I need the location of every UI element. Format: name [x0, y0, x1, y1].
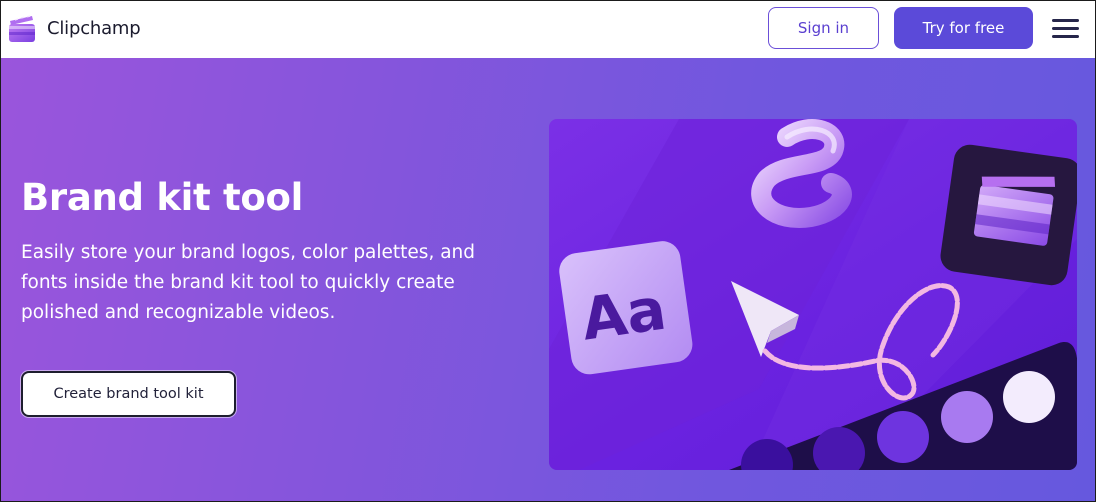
menu-line	[1052, 27, 1079, 30]
try-for-free-button[interactable]: Try for free	[894, 7, 1033, 49]
clipchamp-logo-icon[interactable]	[7, 13, 39, 45]
site-header: Clipchamp Sign in Try for free	[1, 1, 1095, 58]
font-tile: Aa	[559, 241, 693, 375]
hamburger-menu-icon[interactable]	[1051, 16, 1081, 40]
clipchamp-app-tile	[940, 144, 1077, 286]
hero-description: Easily store your brand logos, color pal…	[21, 242, 476, 323]
font-tile-text: Aa	[577, 275, 670, 354]
sign-in-button[interactable]: Sign in	[768, 7, 879, 49]
menu-line	[1052, 35, 1079, 38]
brand-name[interactable]: Clipchamp	[47, 18, 141, 39]
hero-title: Brand kit tool	[21, 176, 303, 219]
palette-swatch	[941, 391, 993, 443]
page: Clipchamp Sign in Try for free Brand kit…	[0, 0, 1096, 502]
brand-kit-illustration: Aa	[549, 119, 1077, 470]
palette-swatch	[1003, 371, 1055, 423]
menu-line	[1052, 19, 1079, 22]
hero-illustration: Aa	[549, 119, 1077, 470]
create-brand-kit-button[interactable]: Create brand tool kit	[21, 371, 236, 417]
hero-section: Brand kit tool Easily store your brand l…	[1, 58, 1095, 501]
palette-swatch	[877, 411, 929, 463]
